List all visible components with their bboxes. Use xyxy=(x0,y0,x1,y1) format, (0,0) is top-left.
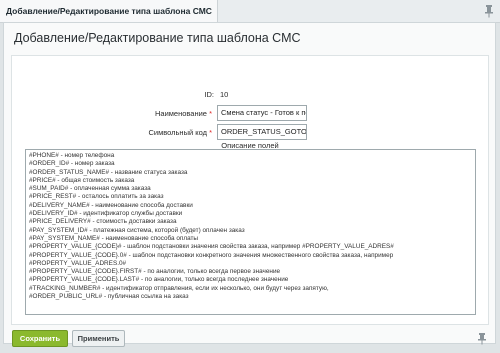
form-footer: Сохранить Применить xyxy=(4,325,495,347)
description-line: #PROPERTY_VALUE_{CODE}# - шаблон подстан… xyxy=(29,243,394,251)
edit-form: ID: 10 Наименование * Смена статус - Гот… xyxy=(11,55,489,325)
name-label: Наименование * xyxy=(154,109,212,118)
id-label: ID: xyxy=(204,90,214,99)
description-line: #PAY_SYSTEM_ID# - платежная система, кот… xyxy=(29,226,245,234)
save-button[interactable]: Сохранить xyxy=(12,330,68,347)
main-panel: Добавление/Редактирование типа шаблона С… xyxy=(3,22,496,347)
description-line: #DELIVERY_NAME# - наименование способа д… xyxy=(29,201,193,209)
description-line: #SUM_PAID# - оплаченная сумма заказа xyxy=(29,185,151,193)
description-line: #PRICE# - общая стоимость заказа xyxy=(29,176,135,184)
page-title: Добавление/Редактирование типа шаблона С… xyxy=(14,31,301,45)
id-value: 10 xyxy=(220,90,229,99)
code-label: Символьный код * xyxy=(148,128,212,137)
description-line: #ORDER_ID# - номер заказа xyxy=(29,160,115,168)
description-line: #PRICE_REST# - осталось оплатить за зака… xyxy=(29,193,164,201)
required-mark: * xyxy=(209,109,212,118)
tab-edit-sms-template-type[interactable]: Добавление/Редактирование типа шаблона С… xyxy=(0,0,218,22)
description-line: #PROPERTY_VALUE_{CODE}.LAST# - по аналог… xyxy=(29,276,289,284)
description-line: #ORDER_PUBLIC_URL# - публичная ссылка на… xyxy=(29,293,189,301)
description-textarea[interactable]: #PHONE# - номер телефона #ORDER_ID# - ном… xyxy=(25,149,476,315)
name-input[interactable]: Смена статус - Готов к по xyxy=(217,105,307,121)
description-line: #ORDER_STATUS_NAME# - название статуса з… xyxy=(29,168,188,176)
description-line: #TRACKING_NUMBER# - идентификатор отправ… xyxy=(29,284,329,292)
apply-button[interactable]: Применить xyxy=(72,330,125,347)
window-titlebar: Добавление/Редактирование типа шаблона С… xyxy=(0,0,500,23)
code-input[interactable]: ORDER_STATUS_GOTO xyxy=(217,124,307,140)
description-line: #PHONE# - номер телефона xyxy=(29,152,115,159)
pin-icon[interactable] xyxy=(477,333,487,345)
description-line: #PROPERTY_VALUE_{CODE}.0# - шаблон подст… xyxy=(29,251,394,259)
description-line: #PROPERTY_VALUE_ADRES.0# xyxy=(29,259,127,267)
description-line: #PRICE_DELIVERY# - стоимость доставки за… xyxy=(29,218,177,226)
description-line: #DELIVERY_ID# - идентификатор службы дос… xyxy=(29,210,183,218)
required-mark: * xyxy=(209,128,212,137)
description-line: #PROPERTY_VALUE_{CODE}.FIRST# - по анало… xyxy=(29,268,281,276)
pin-icon[interactable] xyxy=(484,4,494,18)
